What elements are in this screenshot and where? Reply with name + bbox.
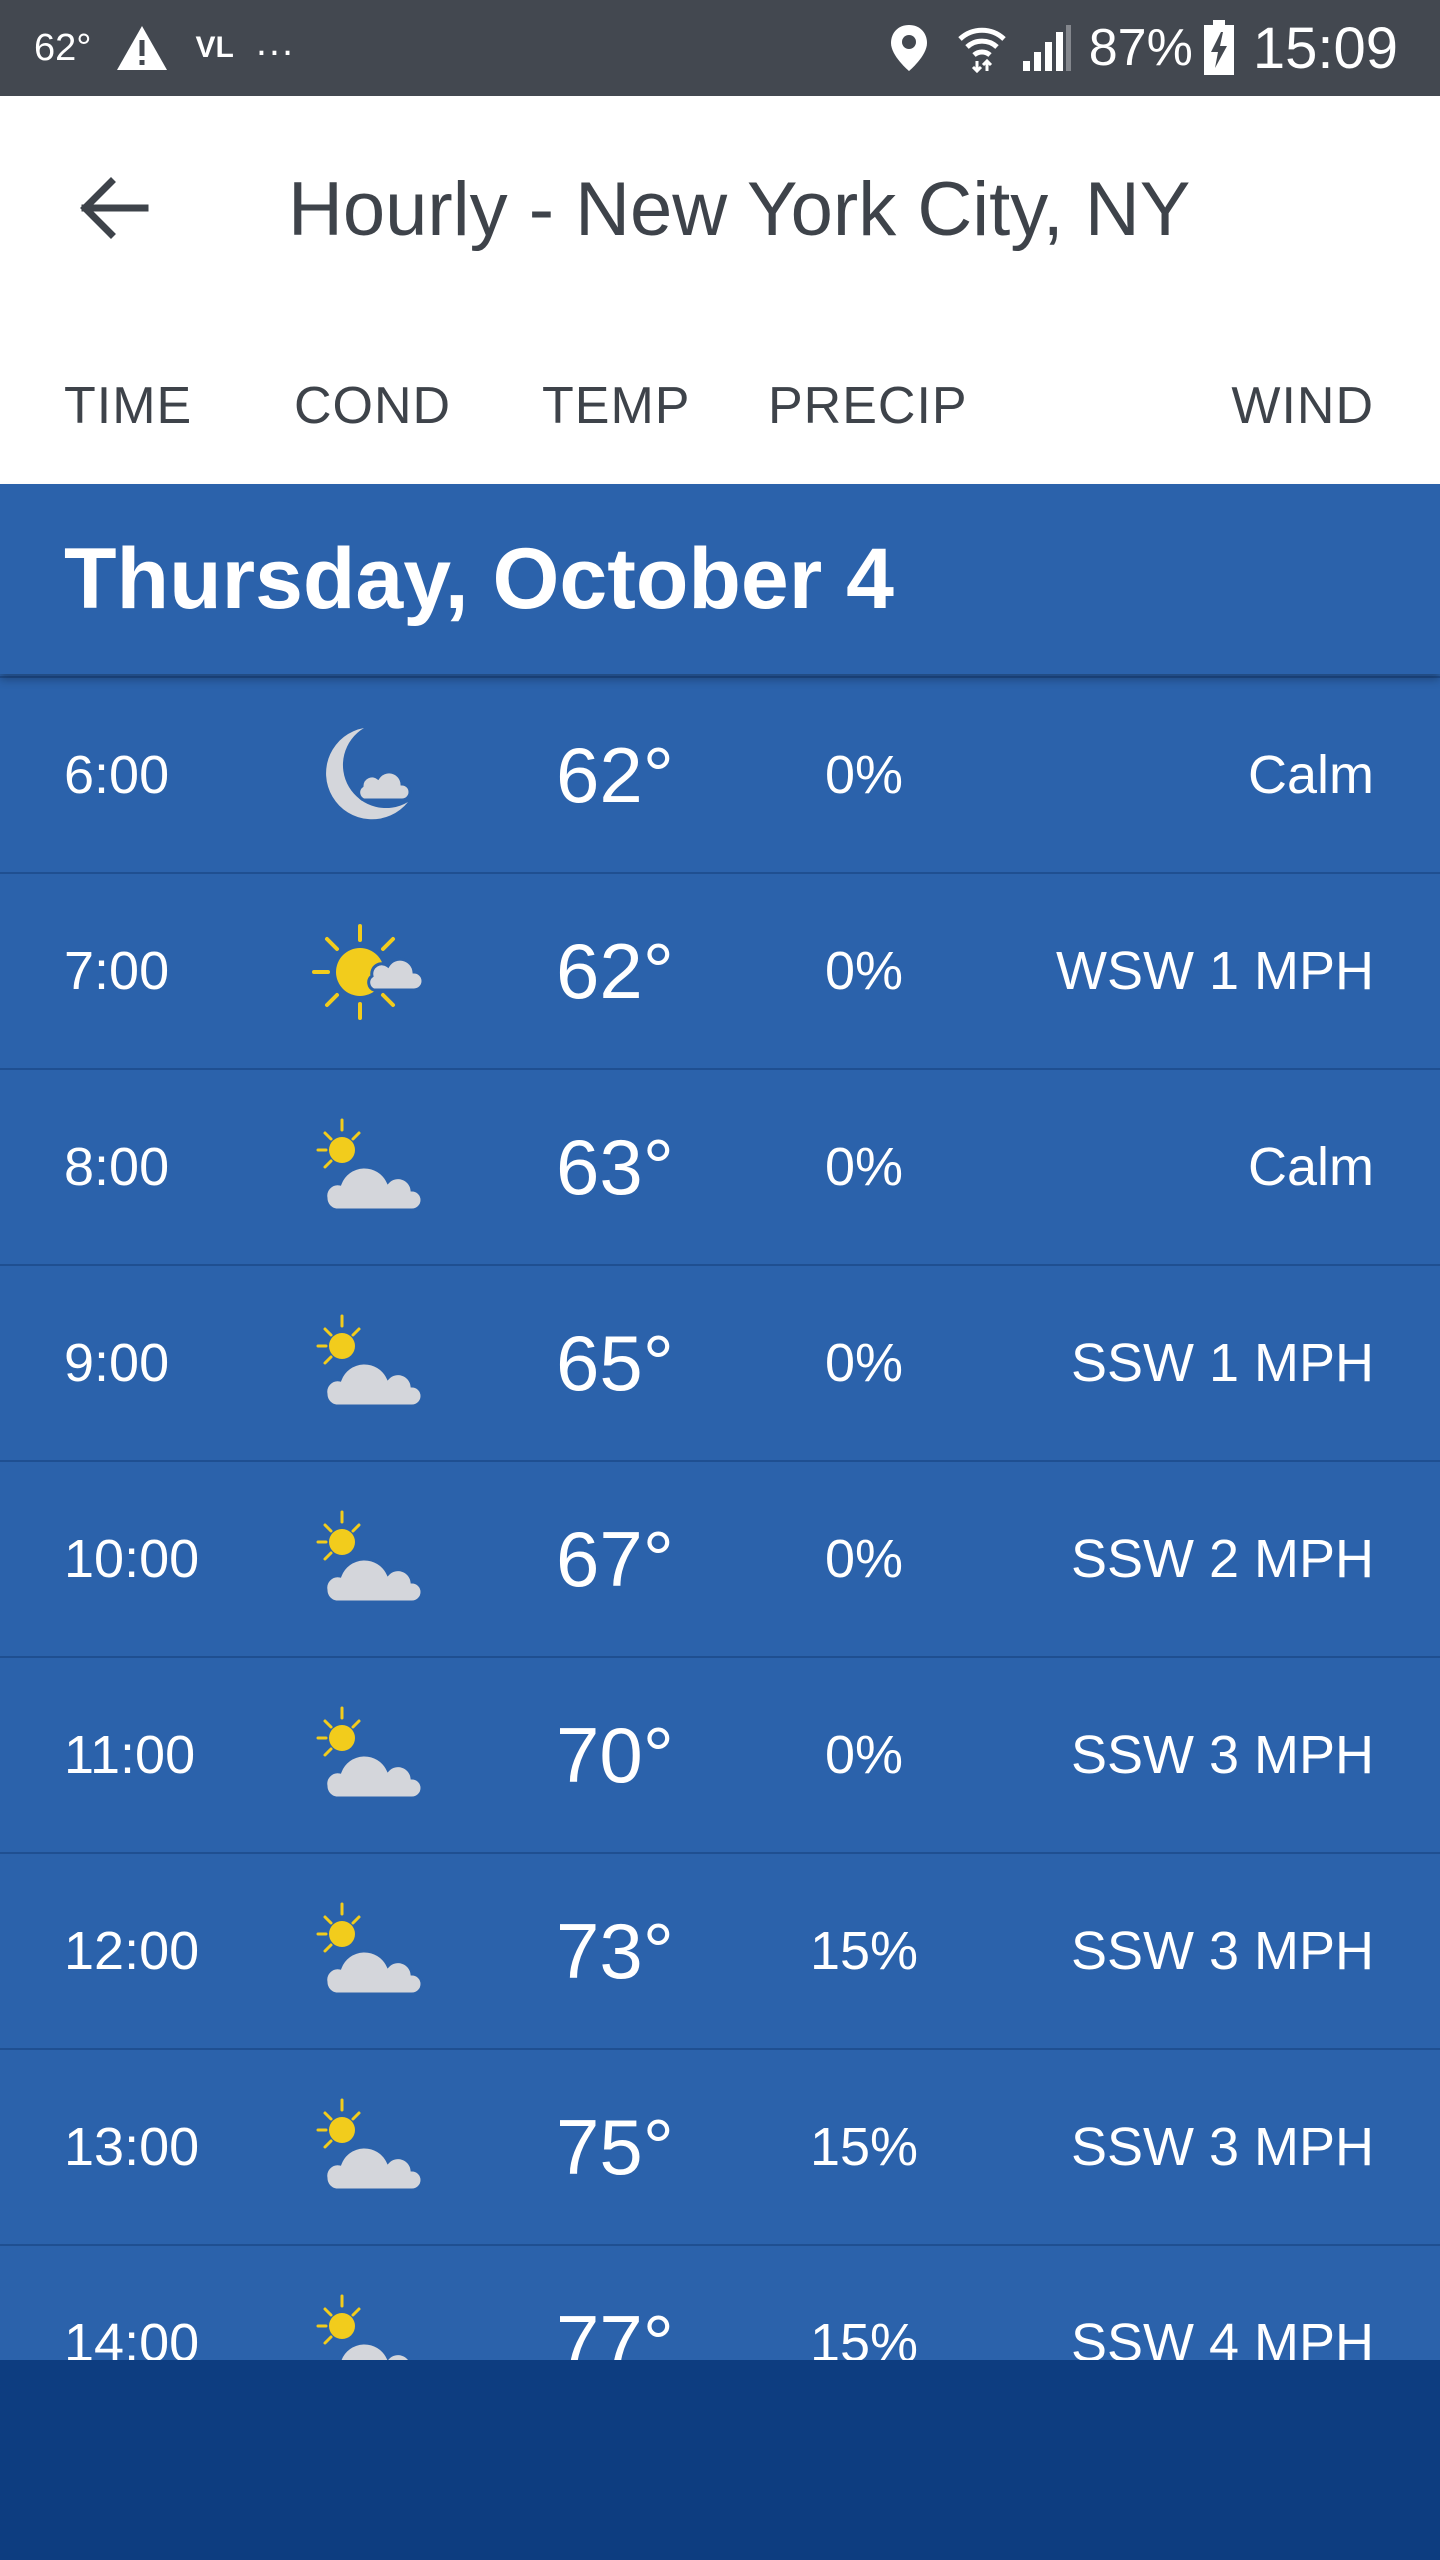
row-temp: 77°: [556, 2299, 674, 2360]
row-precip: 15%: [809, 2117, 919, 2177]
hourly-row[interactable]: 14:00 77° 15% SSW 4 MPH: [0, 2244, 1440, 2360]
row-wind: SSW 2 MPH: [1070, 1529, 1374, 1589]
hourly-list[interactable]: 6:00 62° 0% Calm 7:00 62° 0% WSW 1 MPH 8…: [0, 676, 1440, 2360]
row-precip: 15%: [809, 2313, 919, 2360]
partly-cloudy-icon: [312, 1896, 428, 2008]
row-temp: 62°: [556, 927, 674, 1015]
row-precip: 0%: [824, 1137, 904, 1197]
row-wind: SSW 1 MPH: [1070, 1333, 1374, 1393]
sun-small-cloud-icon: [312, 916, 428, 1028]
hourly-row[interactable]: 8:00 63° 0% Calm: [0, 1068, 1440, 1264]
day-banner: Thursday, October 4: [0, 484, 1440, 674]
status-time: 15:09: [1252, 15, 1398, 81]
hourly-row[interactable]: 11:00 70° 0% SSW 3 MPH: [0, 1656, 1440, 1852]
row-precip: 0%: [824, 1725, 904, 1785]
row-precip: 0%: [824, 1333, 904, 1393]
row-temp: 63°: [556, 1123, 674, 1211]
bottom-bar: [0, 2360, 1440, 2560]
hourly-row[interactable]: 7:00 62° 0% WSW 1 MPH: [0, 872, 1440, 1068]
row-time: 6:00: [64, 745, 170, 805]
app-header: Hourly - New York City, NY TIME COND TEM…: [0, 96, 1440, 484]
row-time: 12:00: [64, 1921, 200, 1981]
arrow-left-icon: [79, 177, 149, 239]
row-wind: WSW 1 MPH: [1056, 941, 1374, 1001]
row-wind: SSW 4 MPH: [1070, 2313, 1374, 2360]
row-temp: 67°: [556, 1515, 674, 1603]
moon-cloud-icon: [312, 720, 428, 832]
row-time: 13:00: [64, 2117, 200, 2177]
partly-cloudy-icon: [312, 2092, 428, 2204]
column-header-time: TIME: [64, 377, 193, 435]
carrier-label: VL: [195, 31, 234, 64]
partly-cloudy-icon: [312, 1504, 428, 1616]
day-title: Thursday, October 4: [64, 531, 894, 627]
row-time: 11:00: [64, 1725, 196, 1785]
row-time: 9:00: [64, 1333, 170, 1393]
page-title: Hourly - New York City, NY: [288, 167, 1191, 252]
back-button[interactable]: [62, 156, 166, 260]
status-bar-right: 87% 15:09: [889, 0, 1398, 96]
signal-icon: [1021, 23, 1073, 73]
row-time: 10:00: [64, 1529, 200, 1589]
hourly-row[interactable]: 13:00 75° 15% SSW 3 MPH: [0, 2048, 1440, 2244]
battery-charging-icon: [1203, 20, 1235, 76]
status-bar-left: 62° VL ...: [34, 0, 295, 96]
row-wind: SSW 3 MPH: [1070, 1921, 1374, 1981]
partly-cloudy-icon: [312, 1112, 428, 1224]
hourly-row[interactable]: 12:00 73° 15% SSW 3 MPH: [0, 1852, 1440, 2048]
partly-cloudy-icon: [312, 2288, 428, 2360]
hourly-row[interactable]: 9:00 65° 0% SSW 1 MPH: [0, 1264, 1440, 1460]
column-header-precip: PRECIP: [768, 377, 968, 435]
row-time: 8:00: [64, 1137, 170, 1197]
hourly-row[interactable]: 10:00 67° 0% SSW 2 MPH: [0, 1460, 1440, 1656]
row-temp: 62°: [556, 731, 674, 819]
row-temp: 65°: [556, 1319, 674, 1407]
row-temp: 73°: [556, 1907, 674, 1995]
warning-icon: [115, 24, 169, 72]
column-header-temp: TEMP: [542, 377, 691, 435]
row-temp: 70°: [556, 1711, 674, 1799]
row-precip: 0%: [824, 745, 904, 805]
row-precip: 0%: [824, 941, 904, 1001]
partly-cloudy-icon: [312, 1700, 428, 1812]
row-wind: SSW 3 MPH: [1070, 2117, 1374, 2177]
column-headers: TIME COND TEMP PRECIP WIND: [0, 366, 1440, 446]
row-precip: 0%: [824, 1529, 904, 1589]
battery-percent: 87%: [1088, 19, 1193, 77]
location-icon: [889, 23, 929, 73]
status-bar: 62° VL ... 87% 15:09: [0, 0, 1440, 96]
row-wind: SSW 3 MPH: [1070, 1725, 1374, 1785]
row-wind: Calm: [1247, 1137, 1374, 1197]
row-precip: 15%: [809, 1921, 919, 1981]
partly-cloudy-icon: [312, 1308, 428, 1420]
row-wind: Calm: [1247, 745, 1374, 805]
status-temp: 62°: [34, 26, 92, 69]
row-time: 7:00: [64, 941, 170, 1001]
column-header-wind: WIND: [1231, 377, 1374, 435]
wifi-icon: [957, 23, 1007, 73]
row-time: 14:00: [64, 2313, 200, 2360]
more-notifications-icon: ...: [255, 19, 296, 64]
column-header-cond: COND: [294, 377, 452, 435]
row-temp: 75°: [556, 2103, 674, 2191]
hourly-row[interactable]: 6:00 62° 0% Calm: [0, 676, 1440, 872]
